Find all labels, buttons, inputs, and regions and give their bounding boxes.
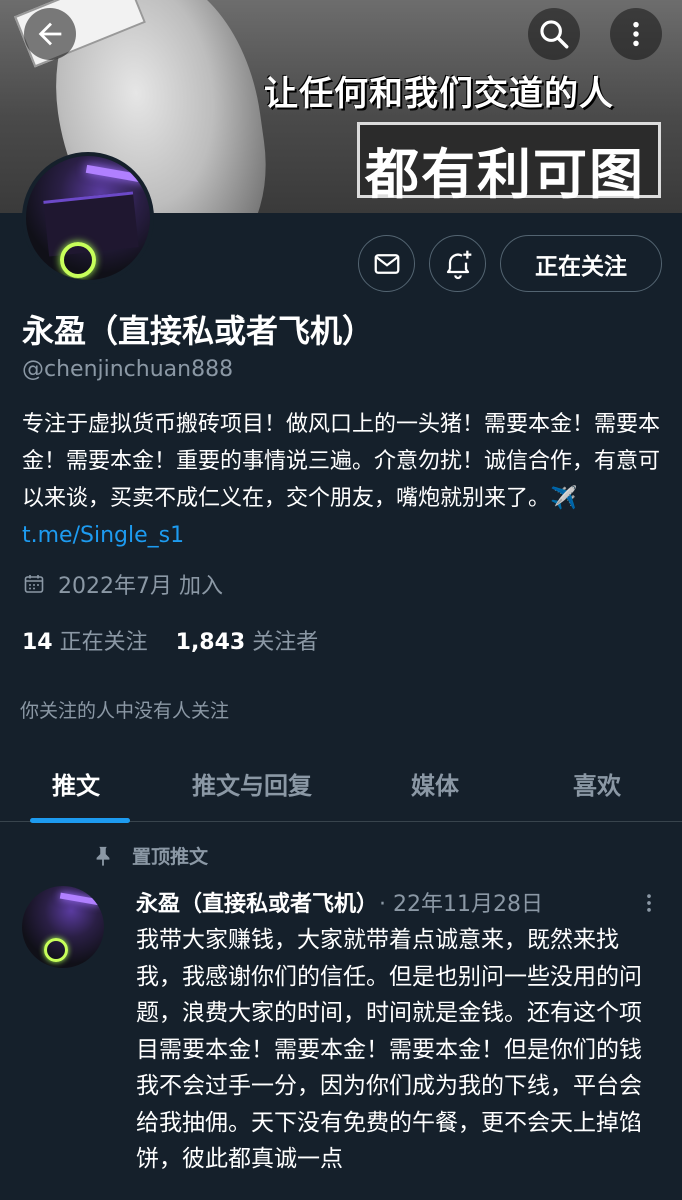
profile-avatar[interactable] <box>22 152 154 284</box>
tab-tweets-replies[interactable]: 推文与回复 <box>192 766 312 801</box>
bio-text: 专注于虚拟货币搬砖项目！做风口上的一头猪！需要本金！需要本金！需要本金！重要的事… <box>22 412 661 511</box>
tweet-header: 永盈（直接私或者飞机） · 22年11月28日 <box>136 886 543 918</box>
more-vertical-icon <box>633 21 639 47</box>
back-button[interactable] <box>24 8 76 60</box>
tab-media[interactable]: 媒体 <box>411 766 459 801</box>
banner-text-line1: 让任何和我们交道的人 <box>264 74 614 114</box>
bell-plus-icon <box>446 250 471 279</box>
calendar-icon <box>24 575 44 593</box>
more-options-button[interactable] <box>610 8 662 60</box>
profile-bio: 专注于虚拟货币搬砖项目！做风口上的一头猪！需要本金！需要本金！需要本金！重要的事… <box>22 406 672 554</box>
tab-likes[interactable]: 喜欢 <box>573 766 621 801</box>
avatar-car-headlight <box>44 938 68 962</box>
followers-count: 1,843 <box>175 630 246 655</box>
following-count: 14 <box>22 630 53 655</box>
join-date-text: 2022年7月 加入 <box>58 574 223 599</box>
pinned-label-text: 置顶推文 <box>132 846 209 868</box>
more-vertical-icon <box>647 894 651 912</box>
tweet-text: 我带大家赚钱，大家就带着点诚意来，既然来找我，我感谢你们的信任。但是也别问一些没… <box>136 927 642 1172</box>
active-tab-indicator <box>30 818 130 823</box>
tweet-date[interactable]: · 22年11月28日 <box>379 892 543 917</box>
following-stat[interactable]: 14 正在关注 <box>22 624 148 656</box>
mail-icon <box>374 253 399 274</box>
following-label: 正在关注 <box>59 630 148 655</box>
followed-by-info: 你关注的人中没有人关注 <box>20 700 230 722</box>
notification-button[interactable] <box>429 235 486 292</box>
message-button[interactable] <box>358 235 415 292</box>
user-handle: @chenjinchuan888 <box>22 357 234 382</box>
following-button[interactable]: 正在关注 <box>500 235 662 292</box>
tweet-author-avatar[interactable] <box>22 886 104 968</box>
tweet-more-button[interactable] <box>638 890 660 920</box>
pinned-tweet-label: 置顶推文 <box>92 842 208 869</box>
followers-stat[interactable]: 1,843 关注者 <box>176 624 319 656</box>
tweet-author-name[interactable]: 永盈（直接私或者飞机） <box>136 892 367 917</box>
arrow-left-icon <box>38 22 62 46</box>
display-name: 永盈（直接私或者飞机） <box>22 312 375 350</box>
pin-icon <box>96 846 110 866</box>
followers-label: 关注者 <box>252 630 319 655</box>
follow-stats: 14 正在关注 1,843 关注者 <box>22 624 318 656</box>
search-icon <box>540 20 569 49</box>
tab-tweets[interactable]: 推文 <box>52 766 100 801</box>
avatar-neon-light <box>59 892 101 906</box>
bio-link[interactable]: t.me/Single_s1 <box>22 523 184 548</box>
profile-tabs: 推文 推文与回复 媒体 喜欢 <box>0 748 682 823</box>
avatar-car-headlight <box>60 242 96 278</box>
join-date: 2022年7月 加入 <box>22 568 223 600</box>
banner-text-line2: 都有利可图 <box>365 143 645 206</box>
search-button[interactable] <box>528 8 580 60</box>
